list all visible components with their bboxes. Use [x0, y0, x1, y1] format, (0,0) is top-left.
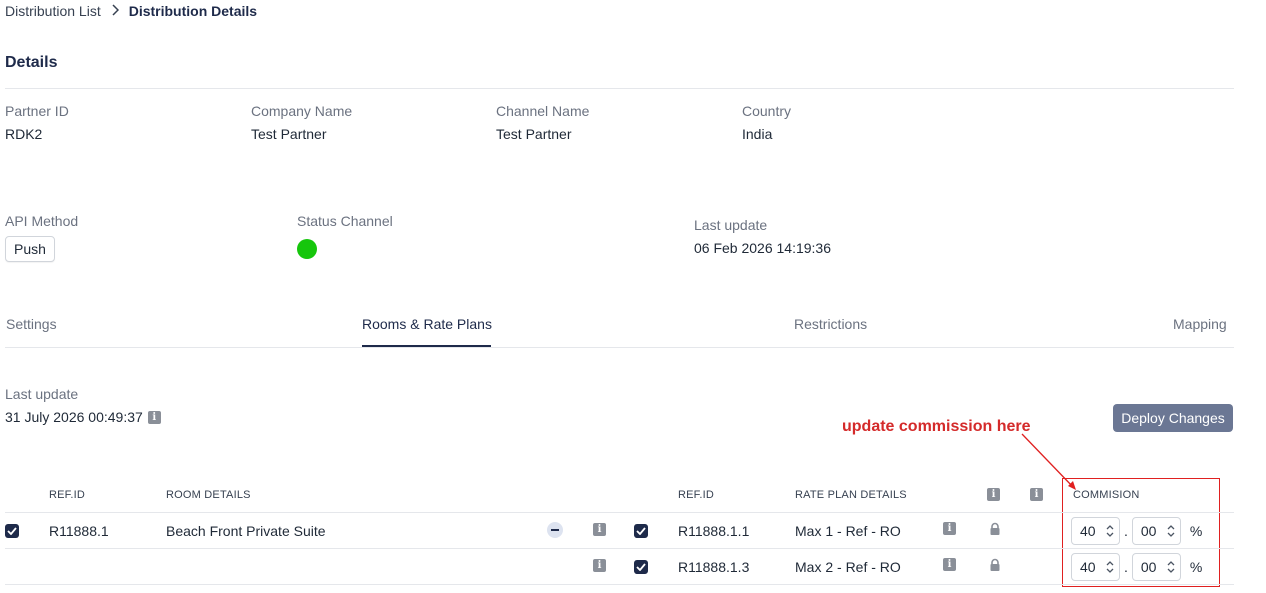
country-value: India — [742, 126, 773, 142]
info-icon[interactable]: i — [593, 559, 606, 572]
header-rate-ref-id: REF.ID — [678, 489, 715, 501]
tab-settings[interactable]: Settings — [6, 316, 57, 332]
tab-restrictions[interactable]: Restrictions — [794, 316, 867, 332]
stepper-arrows-icon[interactable] — [1106, 560, 1114, 574]
row-divider — [5, 548, 1234, 549]
header-room-details: ROOM DETAILS — [166, 489, 251, 501]
commission-decimal-stepper[interactable]: 00 — [1131, 553, 1181, 581]
rate-ref-id: R11888.1.1 — [678, 523, 750, 539]
rooms-last-update-label: Last update — [5, 386, 79, 402]
rate-plan-details: Max 1 - Ref - RO — [795, 523, 901, 539]
chevron-right-icon — [111, 3, 119, 19]
active-tab-indicator — [362, 345, 491, 347]
stepper-arrows-icon[interactable] — [1167, 560, 1175, 574]
commission-integer-stepper[interactable]: 40 — [1071, 553, 1120, 581]
stepper-arrows-icon[interactable] — [1167, 524, 1175, 538]
stepper-arrows-icon[interactable] — [1106, 524, 1114, 538]
tab-mapping[interactable]: Mapping — [1173, 316, 1227, 332]
row-divider — [5, 584, 1234, 585]
api-method-label: API Method — [5, 213, 79, 229]
decimal-separator: . — [1124, 523, 1128, 539]
partner-id-label: Partner ID — [5, 103, 69, 119]
rooms-last-update: 31 July 2026 00:49:37 i — [5, 409, 161, 425]
country-label: Country — [742, 103, 792, 119]
lock-icon — [990, 558, 1000, 571]
status-channel-label: Status Channel — [297, 213, 393, 229]
annotation-text: update commission here — [842, 418, 1031, 435]
last-update-value: 06 Feb 2026 14:19:36 — [694, 240, 832, 256]
info-icon[interactable]: i — [593, 523, 606, 536]
tab-rooms-rate-plans[interactable]: Rooms & Rate Plans — [362, 316, 492, 332]
header-ref-id: REF.ID — [49, 489, 86, 501]
breadcrumb-current: Distribution Details — [128, 3, 258, 19]
decimal-separator: . — [1124, 559, 1128, 575]
breadcrumb-distribution-list[interactable]: Distribution List — [5, 3, 101, 19]
deploy-changes-button[interactable]: Deploy Changes — [1113, 404, 1233, 432]
partner-id-value: RDK2 — [5, 126, 43, 142]
header-rate-plan-details: RATE PLAN DETAILS — [795, 489, 907, 501]
rate-plan-checkbox[interactable] — [634, 560, 648, 574]
info-icon[interactable]: i — [943, 558, 956, 571]
commission-input-group: 40 . 00 % — [1071, 517, 1202, 545]
commission-decimal-stepper[interactable]: 00 — [1131, 517, 1181, 545]
company-name-value: Test Partner — [251, 126, 327, 142]
channel-name-label: Channel Name — [496, 103, 590, 119]
info-icon[interactable]: i — [987, 488, 1000, 501]
rate-plan-checkbox[interactable] — [634, 524, 648, 538]
room-details: Beach Front Private Suite — [166, 523, 326, 539]
room-checkbox[interactable] — [5, 524, 19, 538]
commission-decimal-value: 00 — [1140, 559, 1157, 575]
api-method-push-button[interactable]: Push — [5, 236, 55, 262]
commission-input-group: 40 . 00 % — [1071, 553, 1202, 581]
info-icon[interactable]: i — [1030, 488, 1043, 501]
commission-integer-value: 40 — [1080, 523, 1096, 539]
divider — [5, 88, 1234, 89]
breadcrumb: Distribution List Distribution Details — [5, 3, 257, 19]
collapse-minus-icon[interactable] — [547, 522, 563, 538]
commission-decimal-value: 00 — [1140, 523, 1157, 539]
channel-name-value: Test Partner — [496, 126, 572, 142]
lock-icon — [990, 522, 1000, 535]
table-header-divider — [5, 512, 1234, 513]
details-heading: Details — [5, 54, 58, 71]
rate-ref-id: R11888.1.3 — [678, 559, 750, 575]
tabs-divider — [5, 347, 1234, 348]
info-icon[interactable]: i — [943, 522, 956, 535]
rooms-last-update-value: 31 July 2026 00:49:37 — [5, 409, 143, 425]
info-icon[interactable]: i — [147, 410, 161, 424]
percent-unit: % — [1189, 559, 1203, 575]
room-ref-id: R11888.1 — [49, 523, 109, 539]
commission-integer-stepper[interactable]: 40 — [1071, 517, 1120, 545]
header-commission: COMMISION — [1073, 489, 1140, 501]
company-name-label: Company Name — [251, 103, 353, 119]
status-channel-indicator — [297, 239, 317, 259]
last-update-label: Last update — [694, 217, 768, 233]
percent-unit: % — [1189, 523, 1203, 539]
rate-plan-details: Max 2 - Ref - RO — [795, 559, 901, 575]
commission-integer-value: 40 — [1080, 559, 1096, 575]
